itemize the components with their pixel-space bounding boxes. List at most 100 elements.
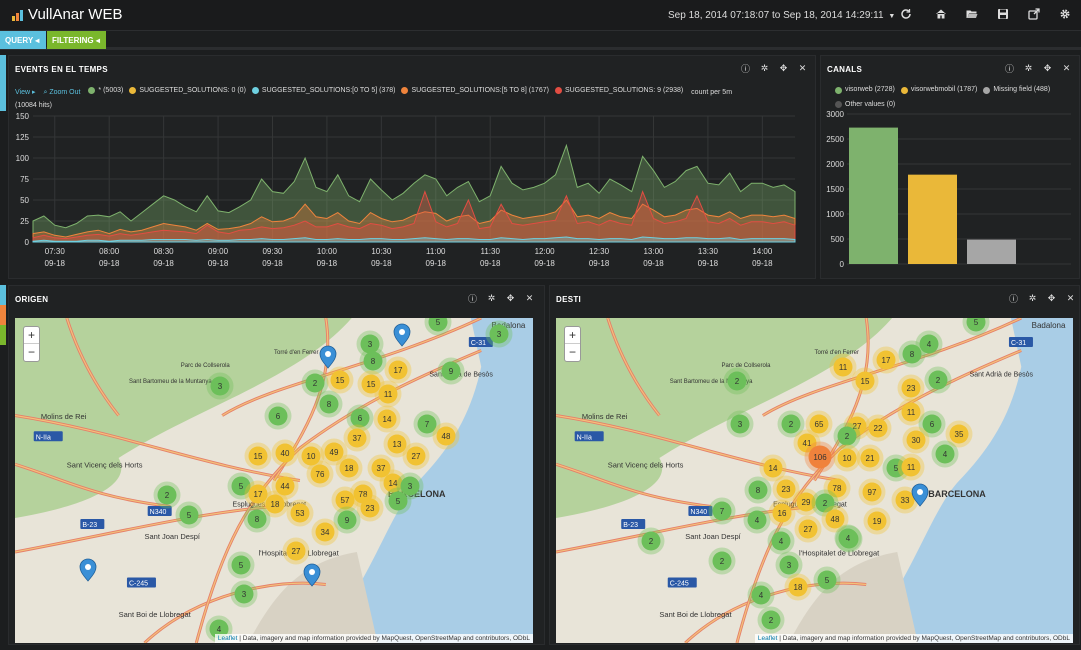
close-icon[interactable]: ✕: [1066, 293, 1075, 303]
cluster-marker[interactable]: 8: [315, 390, 343, 418]
cluster-marker[interactable]: 37: [343, 424, 371, 452]
cluster-marker[interactable]: 22: [864, 414, 892, 442]
cluster-marker[interactable]: 18: [335, 454, 363, 482]
cluster-marker[interactable]: 17: [384, 356, 412, 384]
leaflet-link[interactable]: Leaflet: [218, 635, 238, 642]
cluster-marker[interactable]: 11: [897, 453, 925, 481]
cluster-marker[interactable]: 76: [306, 460, 334, 488]
cluster-marker[interactable]: 15: [326, 366, 354, 394]
cluster-marker[interactable]: 40: [271, 439, 299, 467]
info-icon[interactable]: ⓘ: [1005, 64, 1014, 74]
cluster-marker[interactable]: 3: [206, 372, 234, 400]
cluster-marker[interactable]: 10: [833, 444, 861, 472]
info-icon[interactable]: ⓘ: [741, 64, 750, 74]
events-legend-item[interactable]: SUGGESTED_SOLUTIONS:[5 TO 8] (1767): [401, 84, 549, 97]
close-icon[interactable]: ✕: [798, 63, 807, 73]
zoom-out-button[interactable]: −: [565, 344, 580, 361]
cluster-marker[interactable]: 5: [384, 487, 412, 515]
cluster-marker[interactable]: 4: [767, 527, 795, 555]
cluster-marker[interactable]: 8: [744, 476, 772, 504]
canals-legend-item[interactable]: visorweb (2728): [835, 84, 895, 96]
close-icon[interactable]: ✕: [1062, 63, 1071, 73]
gear-icon[interactable]: ✲: [1024, 63, 1033, 73]
cluster-marker[interactable]: 21: [856, 444, 884, 472]
cluster-marker[interactable]: 6: [264, 402, 292, 430]
folder-open-icon[interactable]: [966, 8, 978, 20]
cluster-marker[interactable]: 2: [757, 606, 785, 634]
cluster-marker[interactable]: 3: [726, 410, 754, 438]
cluster-marker[interactable]: 53: [286, 499, 314, 527]
cluster-marker[interactable]: 4: [834, 524, 862, 552]
cluster-marker[interactable]: 15: [851, 367, 879, 395]
cluster-marker[interactable]: 8: [243, 505, 271, 533]
app-brand[interactable]: VullAnar WEB: [12, 6, 122, 23]
zoom-out-link[interactable]: ⌕ Zoom Out: [43, 86, 80, 99]
query-pill[interactable]: QUERY ◂: [0, 31, 46, 49]
filtering-pill[interactable]: FILTERING ◂: [47, 31, 106, 49]
canals-legend-item[interactable]: Missing field (488): [983, 84, 1050, 96]
cluster-marker[interactable]: 17: [872, 346, 900, 374]
events-legend-item[interactable]: SUGGESTED_SOLUTIONS:[0 TO 5] (378): [251, 84, 395, 97]
bar-missing-field[interactable]: [967, 239, 1016, 264]
cluster-marker[interactable]: 27: [282, 537, 310, 565]
row-collapse-strip[interactable]: [0, 285, 6, 305]
bar-visorweb[interactable]: [849, 127, 898, 264]
cluster-marker[interactable]: 11: [374, 380, 402, 408]
share-icon[interactable]: [1028, 8, 1040, 20]
time-range-picker[interactable]: Sep 18, 2014 07:18:07 to Sep 18, 2014 14…: [668, 10, 895, 21]
cluster-marker[interactable]: 2: [637, 527, 665, 555]
cluster-marker[interactable]: 4: [743, 506, 771, 534]
cluster-marker[interactable]: 2: [723, 367, 751, 395]
canals-legend-item[interactable]: visorwebmobil (1787): [900, 84, 977, 96]
cluster-marker[interactable]: 30: [902, 426, 930, 454]
gear-icon[interactable]: ✲: [1028, 293, 1037, 303]
cluster-marker[interactable]: 4: [747, 581, 775, 609]
info-icon[interactable]: ⓘ: [468, 294, 477, 304]
cluster-marker[interactable]: 8: [898, 340, 926, 368]
cluster-marker[interactable]: 2: [708, 547, 736, 575]
zoom-in-button[interactable]: +: [565, 327, 580, 344]
gear-icon[interactable]: ✲: [487, 293, 496, 303]
row-collapse-strip[interactable]: [0, 55, 6, 111]
move-icon[interactable]: ✥: [506, 293, 515, 303]
cluster-marker[interactable]: 27: [402, 442, 430, 470]
desti-map[interactable]: Badalona Sant Adrià de Besòs Molins de Rei…: [556, 318, 1073, 643]
origen-map[interactable]: Badalona Sant Adrià de Besòs Molins de Rei…: [15, 318, 533, 643]
cluster-marker[interactable]: 8: [359, 347, 387, 375]
cluster-marker[interactable]: 14: [373, 405, 401, 433]
gear-icon[interactable]: ✲: [760, 63, 769, 73]
cluster-marker[interactable]: 2: [924, 366, 952, 394]
close-icon[interactable]: ✕: [525, 293, 534, 303]
leaflet-link[interactable]: Leaflet: [758, 635, 778, 642]
view-dropdown[interactable]: View ▸: [15, 86, 36, 99]
cluster-marker[interactable]: 23: [356, 494, 384, 522]
refresh-icon[interactable]: [900, 8, 912, 20]
home-icon[interactable]: [935, 8, 947, 20]
cluster-marker[interactable]: 7: [708, 497, 736, 525]
cluster-marker[interactable]: 5: [813, 566, 841, 594]
save-icon[interactable]: [997, 8, 1009, 20]
zoom-out-button[interactable]: −: [24, 344, 39, 361]
cluster-marker[interactable]: 15: [244, 442, 272, 470]
move-icon[interactable]: ✥: [1047, 293, 1056, 303]
bar-visorwebmobil[interactable]: [908, 174, 957, 264]
cluster-marker[interactable]: 16: [768, 499, 796, 527]
cluster-marker[interactable]: 97: [858, 478, 886, 506]
cluster-marker[interactable]: 48: [432, 422, 460, 450]
cluster-marker[interactable]: 19: [863, 507, 891, 535]
cluster-marker[interactable]: 4: [931, 440, 959, 468]
cluster-marker[interactable]: 5: [227, 551, 255, 579]
cluster-marker[interactable]: 27: [794, 515, 822, 543]
cluster-marker[interactable]: 106: [804, 441, 836, 473]
cluster-marker[interactable]: 23: [897, 374, 925, 402]
cluster-marker[interactable]: 18: [784, 573, 812, 601]
info-icon[interactable]: ⓘ: [1009, 294, 1018, 304]
cluster-marker[interactable]: 34: [311, 518, 339, 546]
cluster-marker[interactable]: 3: [230, 580, 258, 608]
cluster-marker[interactable]: 5: [175, 501, 203, 529]
cluster-marker[interactable]: 2: [153, 481, 181, 509]
zoom-in-button[interactable]: +: [24, 327, 39, 344]
move-icon[interactable]: ✥: [779, 63, 788, 73]
cluster-marker[interactable]: 3: [485, 320, 513, 348]
events-legend-item[interactable]: SUGGESTED_SOLUTIONS: 0 (0): [129, 84, 246, 97]
